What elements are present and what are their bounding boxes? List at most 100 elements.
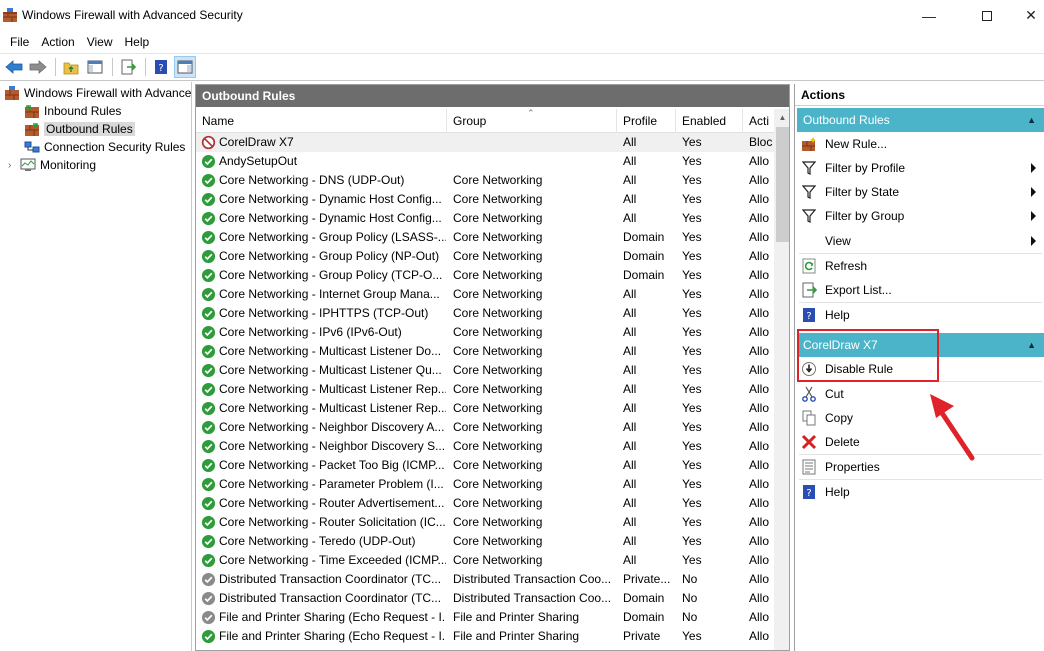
- close-button[interactable]: ✕: [1008, 0, 1044, 31]
- action-filter-by-group[interactable]: Filter by Group: [797, 204, 1044, 228]
- forward-button[interactable]: [27, 56, 49, 78]
- allow-rule-icon: [201, 401, 216, 416]
- action-export-list[interactable]: Export List...: [797, 278, 1044, 302]
- cell-enabled: No: [682, 591, 698, 605]
- cell-action: Allo: [749, 477, 770, 491]
- action-filter-by-profile[interactable]: Filter by Profile: [797, 156, 1044, 180]
- show-hide-action-pane-button[interactable]: [174, 56, 196, 78]
- table-row[interactable]: Core Networking - Parameter Problem (I..…: [196, 475, 774, 494]
- table-row[interactable]: Core Networking - Time Exceeded (ICMP...…: [196, 551, 774, 570]
- section-label: Outbound Rules: [803, 113, 890, 127]
- action-new-rule[interactable]: New Rule...: [797, 132, 1044, 156]
- action-label: Help: [825, 485, 850, 499]
- rule-name: Core Networking - Parameter Problem (I..…: [219, 477, 444, 491]
- table-row[interactable]: Core Networking - Multicast Listener Qu.…: [196, 361, 774, 380]
- expand-chevron-icon[interactable]: ›: [8, 160, 20, 171]
- export-list-button[interactable]: [117, 56, 139, 78]
- action-label: New Rule...: [825, 137, 888, 151]
- table-row[interactable]: Core Networking - Multicast Listener Do.…: [196, 342, 774, 361]
- tree-item-connection-security-rules[interactable]: Connection Security Rules: [24, 138, 185, 156]
- maximize-button[interactable]: [964, 0, 1010, 31]
- cell-action: Allo: [749, 230, 770, 244]
- collapse-caret-icon[interactable]: ▲: [1027, 333, 1036, 357]
- cell-action: Allo: [749, 610, 770, 624]
- table-row[interactable]: Core Networking - Router Advertisement..…: [196, 494, 774, 513]
- cell-name: File and Printer Sharing (Echo Request -…: [201, 608, 446, 627]
- cell-profile: All: [623, 363, 637, 377]
- table-row[interactable]: Core Networking - Neighbor Discovery A..…: [196, 418, 774, 437]
- table-row[interactable]: Core Networking - Internet Group Mana...…: [196, 285, 774, 304]
- svg-text:?: ?: [158, 63, 163, 74]
- table-row[interactable]: Core Networking - Neighbor Discovery S..…: [196, 437, 774, 456]
- table-row[interactable]: Distributed Transaction Coordinator (TC.…: [196, 589, 774, 608]
- column-header-action[interactable]: Acti: [743, 109, 774, 133]
- table-row[interactable]: Core Networking - Dynamic Host Config...…: [196, 190, 774, 209]
- action-view[interactable]: View: [797, 229, 1044, 253]
- vertical-scrollbar[interactable]: ▲: [774, 109, 789, 650]
- cell-profile: Domain: [623, 591, 665, 605]
- action-pane-icon: [177, 60, 193, 74]
- table-row[interactable]: Core Networking - Teredo (UDP-Out) Core N…: [196, 532, 774, 551]
- scroll-up-icon[interactable]: ▲: [774, 109, 789, 126]
- close-icon: ✕: [1025, 7, 1037, 23]
- cell-action: Allo: [749, 382, 770, 396]
- table-row[interactable]: Core Networking - IPHTTPS (TCP-Out) Core …: [196, 304, 774, 323]
- tree-item-outbound-rules[interactable]: Outbound Rules: [24, 120, 135, 138]
- allow-rule-icon: [201, 534, 216, 549]
- table-row[interactable]: Core Networking - Router Solicitation (I…: [196, 513, 774, 532]
- tree-item-inbound-rules[interactable]: Inbound Rules: [24, 102, 121, 120]
- maximize-icon: [982, 10, 992, 21]
- scrollbar-thumb[interactable]: [776, 127, 789, 242]
- tree-item-monitoring[interactable]: › Monitoring: [8, 156, 96, 174]
- column-header-profile[interactable]: Profile: [617, 109, 676, 133]
- actions-section-outbound-rules[interactable]: Outbound Rules ▲: [797, 108, 1044, 132]
- table-row[interactable]: Core Networking - IPv6 (IPv6-Out) Core Ne…: [196, 323, 774, 342]
- action-help-rule[interactable]: ? Help: [797, 480, 1044, 504]
- column-header-enabled[interactable]: Enabled: [676, 109, 743, 133]
- menu-file[interactable]: File: [4, 31, 35, 53]
- table-row[interactable]: Core Networking - Group Policy (TCP-O...…: [196, 266, 774, 285]
- table-row[interactable]: CorelDraw X7 All Yes Bloc: [196, 133, 774, 152]
- table-row[interactable]: File and Printer Sharing (Echo Request -…: [196, 608, 774, 627]
- table-row[interactable]: Distributed Transaction Coordinator (TC.…: [196, 570, 774, 589]
- cell-profile: All: [623, 420, 637, 434]
- cell-profile: All: [623, 192, 637, 206]
- action-filter-by-state[interactable]: Filter by State: [797, 180, 1044, 204]
- rule-name: Distributed Transaction Coordinator (TC.…: [219, 572, 442, 586]
- table-row[interactable]: Core Networking - Group Policy (NP-Out) C…: [196, 247, 774, 266]
- show-hide-tree-button[interactable]: [84, 56, 106, 78]
- collapse-caret-icon[interactable]: ▲: [1027, 108, 1036, 132]
- table-row[interactable]: Core Networking - Packet Too Big (ICMP..…: [196, 456, 774, 475]
- rule-name: CorelDraw X7: [219, 135, 294, 149]
- cell-enabled: Yes: [682, 173, 702, 187]
- table-row[interactable]: Core Networking - Dynamic Host Config...…: [196, 209, 774, 228]
- action-help[interactable]: ? Help: [797, 303, 1044, 327]
- table-row[interactable]: Core Networking - DNS (UDP-Out) Core Netw…: [196, 171, 774, 190]
- cell-group: Core Networking: [453, 249, 543, 263]
- toolbar-separator: [55, 58, 56, 76]
- table-row[interactable]: Core Networking - Multicast Listener Rep…: [196, 380, 774, 399]
- tree-item-root[interactable]: Windows Firewall with Advance: [4, 84, 191, 102]
- cell-enabled: Yes: [682, 382, 702, 396]
- outbound-rules-pane: Outbound Rules Name Group Profile Enable…: [195, 84, 790, 651]
- cell-group: Core Networking: [453, 211, 543, 225]
- help-button[interactable]: ?: [150, 56, 172, 78]
- back-button[interactable]: [3, 56, 25, 78]
- minimize-button[interactable]: —: [906, 0, 952, 31]
- rule-name: Core Networking - Neighbor Discovery S..…: [219, 439, 446, 453]
- action-label: Cut: [825, 387, 844, 401]
- table-row[interactable]: Core Networking - Group Policy (LSASS-..…: [196, 228, 774, 247]
- cell-group: Core Networking: [453, 268, 543, 282]
- column-header-name[interactable]: Name: [196, 109, 447, 133]
- menu-help[interactable]: Help: [119, 31, 156, 53]
- cell-action: Allo: [749, 439, 770, 453]
- table-row[interactable]: Core Networking - Multicast Listener Rep…: [196, 399, 774, 418]
- table-row[interactable]: File and Printer Sharing (Echo Request -…: [196, 627, 774, 646]
- cell-profile: All: [623, 515, 637, 529]
- action-refresh[interactable]: Refresh: [797, 254, 1044, 278]
- menu-action[interactable]: Action: [35, 31, 80, 53]
- menu-view[interactable]: View: [81, 31, 119, 53]
- up-folder-button[interactable]: [60, 56, 82, 78]
- table-row[interactable]: AndySetupOut All Yes Allo: [196, 152, 774, 171]
- cell-name: Core Networking - Multicast Listener Rep…: [201, 399, 446, 418]
